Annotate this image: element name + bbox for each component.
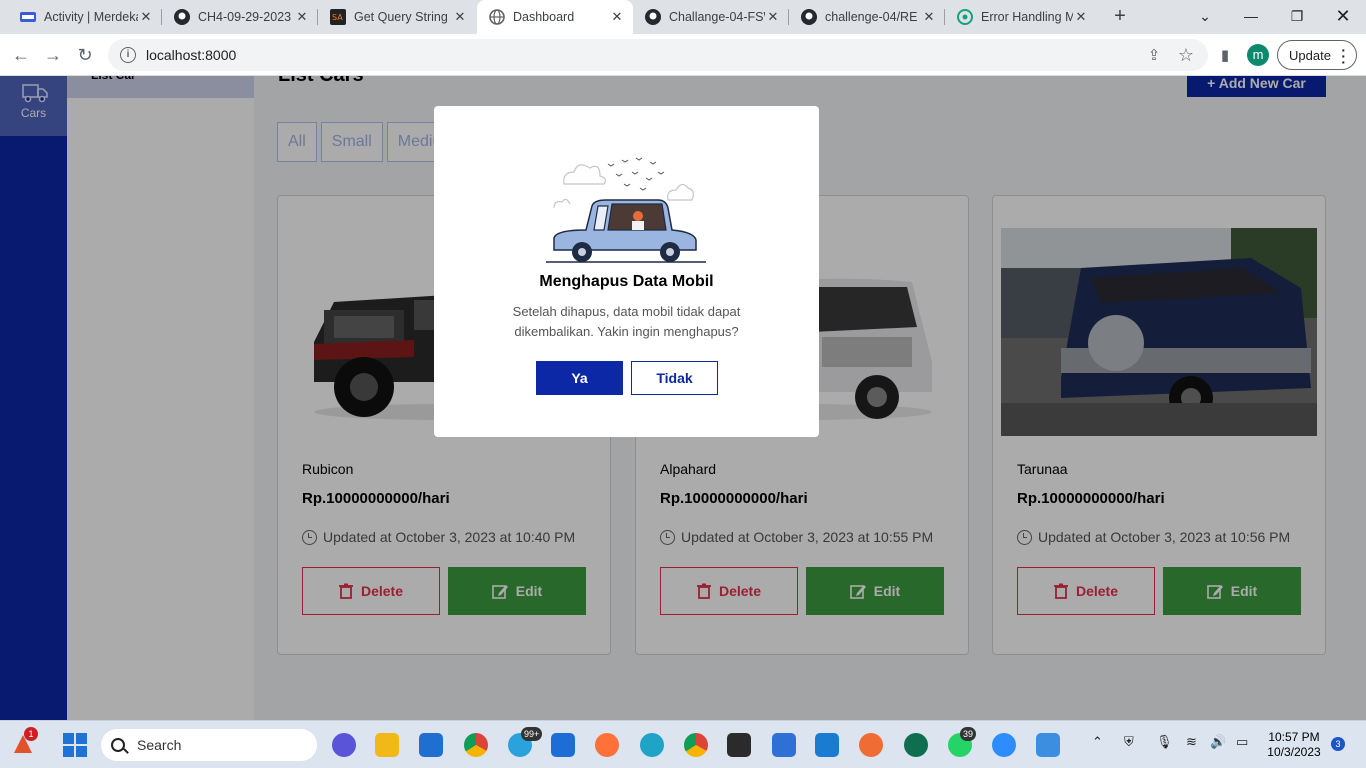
photos-icon[interactable] (1036, 733, 1060, 757)
tab-title: Dashboard (513, 10, 575, 24)
vscode-icon[interactable] (815, 733, 839, 757)
postman-icon[interactable] (859, 733, 883, 757)
firefox-icon[interactable] (595, 733, 619, 757)
mail-icon[interactable] (551, 733, 575, 757)
tab-title: Error Handling M (981, 10, 1073, 24)
tab-title: challenge-04/RE (825, 10, 918, 24)
minimize-icon[interactable]: — (1228, 0, 1274, 34)
close-icon[interactable]: ✕ (452, 9, 468, 25)
close-icon[interactable]: ✕ (1073, 9, 1089, 25)
close-icon[interactable]: ✕ (765, 9, 781, 25)
restore-icon[interactable]: ❐ (1274, 0, 1320, 34)
bookmark-star-icon[interactable]: ☆ (1171, 40, 1201, 70)
microphone-icon[interactable]: 🎙 (1156, 734, 1173, 750)
update-label: Update (1289, 47, 1331, 63)
close-icon[interactable]: ✕ (609, 9, 625, 25)
file-explorer-icon[interactable] (375, 733, 399, 757)
tab-challenge-04-readme[interactable]: challenge-04/RE ✕ (789, 0, 945, 34)
close-icon[interactable]: ✕ (921, 9, 937, 25)
telegram-badge: 99+ (521, 727, 543, 741)
new-tab-plus-icon[interactable]: + (1108, 5, 1132, 29)
defender-icon[interactable]: ⛨ (1124, 734, 1134, 750)
battery-icon[interactable]: ▭ (1236, 734, 1248, 750)
tab-ch4[interactable]: CH4-09-29-2023 ✕ (162, 0, 318, 34)
sa-icon: SA (330, 9, 346, 25)
modal-message: Setelah dihapus, data mobil tidak dapat … (512, 304, 741, 339)
close-icon[interactable]: ✕ (138, 9, 154, 25)
github-icon (174, 9, 190, 25)
meet-icon[interactable] (332, 733, 356, 757)
browser-toolbar: ← → ↻ i localhost:8000 ⇪ ☆ ▮ (0, 34, 1366, 76)
speaker-icon[interactable]: 🔊 (1210, 734, 1226, 750)
github-icon (645, 9, 661, 25)
github-icon (801, 9, 817, 25)
tab-search-chevron-icon[interactable]: ⌄ (1182, 0, 1228, 34)
profile-avatar[interactable]: m (1247, 44, 1269, 66)
address-text: localhost:8000 (146, 47, 237, 63)
share-icon[interactable]: ⇪ (1139, 40, 1169, 70)
merdeka-icon (20, 9, 36, 25)
site-info-icon[interactable]: i (120, 47, 136, 63)
store-icon[interactable] (419, 733, 443, 757)
tab-challange-04[interactable]: Challange-04-FSW ✕ (633, 0, 789, 34)
tab-dashboard[interactable]: Dashboard ✕ (477, 0, 633, 34)
forward-arrow-icon[interactable]: → (38, 40, 68, 70)
alert-badge: 1 (24, 727, 38, 741)
modal-title: Menghapus Data Mobil (539, 273, 714, 290)
tab-activity-merdeka[interactable]: Activity | Merdeka ✕ (8, 0, 162, 34)
terminal-icon[interactable] (727, 733, 751, 757)
chrome-icon[interactable] (464, 733, 488, 757)
confirm-no-button[interactable]: Tidak (631, 361, 718, 395)
close-window-icon[interactable]: ✕ (1320, 0, 1366, 34)
delete-confirm-modal: Menghapus Data Mobil Setelah dihapus, da… (434, 106, 819, 437)
tab-title: Get Query String (354, 10, 448, 24)
search-placeholder: Search (137, 737, 182, 753)
mongodb-compass-icon[interactable] (904, 733, 928, 757)
globe-icon (489, 9, 505, 25)
zoom-icon[interactable] (992, 733, 1016, 757)
browser-tab-strip: Activity | Merdeka ✕ CH4-09-29-2023 ✕ SA… (0, 0, 1366, 34)
tab-title: Activity | Merdeka (44, 10, 138, 24)
tab-error-handling[interactable]: Error Handling M ✕ (945, 0, 1097, 34)
clock-time: 10:57 PM (1268, 730, 1320, 744)
svg-text:SA: SA (332, 13, 343, 22)
chrome-profile-icon[interactable] (684, 733, 708, 757)
windows-start-icon[interactable] (63, 733, 87, 762)
wifi-icon[interactable]: ≋ (1186, 734, 1197, 750)
side-panel-icon[interactable]: ▮ (1210, 40, 1240, 70)
reload-icon[interactable]: ↻ (70, 40, 100, 70)
update-button[interactable]: Update · · · (1277, 40, 1357, 70)
windows-taskbar: 1 Search 99+ 39 ⌃ ⛨ 🎙 ≋ 🔊 ▭ 10:57 PM 10/… (0, 720, 1366, 768)
tab-query-string[interactable]: SA Get Query String ✕ (318, 0, 476, 34)
whatsapp-badge: 39 (960, 727, 977, 741)
chevron-up-icon[interactable]: ⌃ (1092, 734, 1103, 750)
back-arrow-icon[interactable]: ← (6, 40, 36, 70)
close-icon[interactable]: ✕ (294, 9, 310, 25)
notification-badge[interactable]: 3 (1331, 737, 1345, 751)
search-icon (111, 738, 125, 752)
menu-dots-icon[interactable]: · · · (1341, 43, 1346, 69)
address-bar[interactable]: i localhost:8000 (108, 39, 1208, 71)
tab-title: CH4-09-29-2023 (198, 10, 292, 24)
car-illustration (546, 150, 706, 271)
taskbar-clock[interactable]: 10:57 PM 10/3/2023 (1264, 730, 1324, 760)
clock-date: 10/3/2023 (1267, 745, 1321, 759)
chatgpt-icon (957, 9, 973, 25)
edge-icon[interactable] (640, 733, 664, 757)
confirm-yes-button[interactable]: Ya (536, 361, 623, 395)
taskbar-search[interactable]: Search (101, 729, 317, 761)
tab-title: Challange-04-FSW (669, 10, 765, 24)
notepad-icon[interactable] (772, 733, 796, 757)
